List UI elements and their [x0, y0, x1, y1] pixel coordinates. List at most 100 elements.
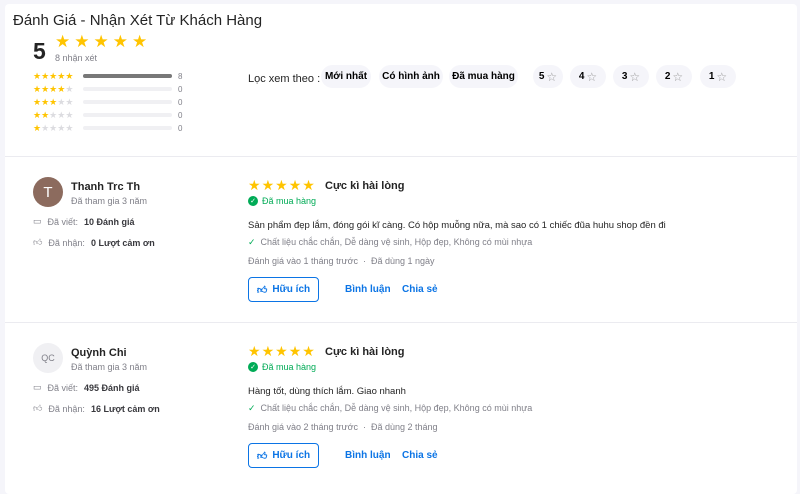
comment-link[interactable]: Bình luận — [345, 284, 391, 295]
review-attributes: ✓ Chất liệu chắc chắn, Dễ dàng vệ sinh, H… — [248, 403, 533, 413]
star-icon: ★ — [41, 122, 50, 133]
star-icon: ★ — [49, 109, 58, 120]
star-outline-icon: ☆ — [672, 69, 684, 84]
filter-newest[interactable]: Mới nhất — [321, 65, 371, 88]
star-icon: ★ — [288, 177, 302, 193]
star-icon: ★ — [132, 32, 148, 51]
star-icon: ★ — [33, 122, 42, 133]
star-icon: ★ — [112, 32, 128, 51]
star-icon: ★ — [65, 83, 74, 94]
star-outline-icon: ☆ — [586, 69, 598, 84]
divider — [5, 156, 797, 157]
star-icon: ★ — [49, 70, 58, 81]
star-icon: ★ — [248, 177, 261, 193]
rating-row-2[interactable]: ★ ★ ★ ★ ★ 0 — [33, 109, 182, 121]
star-icon: ★ — [49, 122, 58, 133]
share-link[interactable]: Chia sẻ — [402, 450, 438, 461]
rating-count: 0 — [178, 110, 183, 120]
check-icon: ✓ — [248, 237, 256, 247]
rating-count: 8 — [178, 71, 183, 81]
star-icon: ★ — [41, 83, 50, 94]
thumbs-up-icon: 👍︎ — [33, 237, 43, 247]
joined-text: Đã tham gia 3 năm — [71, 362, 148, 372]
review-title: Cực kì hài lòng — [325, 346, 405, 358]
thumbs-up-icon: 👍︎ — [33, 403, 43, 413]
review-stars: ★ ★ ★ ★ ★ — [248, 343, 315, 360]
filter-label: Lọc xem theo : — [248, 73, 321, 85]
filter-verified[interactable]: Đã mua hàng — [449, 65, 518, 88]
avatar: T — [33, 177, 63, 207]
section-title: Đánh Giá - Nhận Xét Từ Khách Hàng — [13, 12, 263, 29]
review-icon: ▭ — [33, 216, 42, 226]
review-attributes: ✓ Chất liệu chắc chắn, Dễ dàng vệ sinh, H… — [248, 237, 533, 247]
star-icon: ★ — [74, 32, 90, 51]
star-icon: ★ — [33, 109, 42, 120]
star-icon: ★ — [275, 177, 288, 193]
helpful-button[interactable]: 👍︎ Hữu ích — [248, 443, 319, 468]
star-icon: ★ — [41, 70, 50, 81]
rating-count: 0 — [178, 123, 183, 133]
comment-link[interactable]: Bình luận — [345, 450, 391, 461]
star-icon: ★ — [55, 32, 71, 51]
review-title: Cực kì hài lòng — [325, 180, 405, 192]
filter-star-5[interactable]: 5 ☆ — [533, 65, 563, 88]
reviewer-name: Quỳnh Chi — [71, 347, 127, 359]
divider — [5, 322, 797, 323]
star-icon: ★ — [57, 96, 66, 107]
thumbs-up-icon: 👍︎ — [256, 284, 268, 296]
rating-row-4[interactable]: ★ ★ ★ ★ ★ 0 — [33, 83, 182, 95]
received-stat: 👍︎ Đã nhận: 0 Lượt cảm ơn — [33, 237, 155, 248]
rating-row-1[interactable]: ★ ★ ★ ★ ★ 0 — [33, 122, 182, 134]
helpful-button[interactable]: 👍︎ Hữu ích — [248, 277, 319, 302]
average-stars: ★ ★ ★ ★ ★ — [55, 32, 147, 52]
average-rating: 5 — [33, 38, 46, 64]
star-icon: ★ — [41, 109, 50, 120]
star-icon: ★ — [248, 343, 261, 359]
star-icon: ★ — [275, 343, 288, 359]
received-stat: 👍︎ Đã nhận: 16 Lượt cảm ơn — [33, 403, 160, 414]
star-icon: ★ — [93, 32, 109, 51]
filter-star-3[interactable]: 3 ☆ — [613, 65, 649, 88]
star-icon: ★ — [33, 70, 42, 81]
star-icon: ★ — [65, 70, 74, 81]
written-stat: ▭ Đã viết: 495 Đánh giá — [33, 382, 140, 393]
filter-star-2[interactable]: 2 ☆ — [656, 65, 692, 88]
rating-bar — [83, 74, 172, 78]
review-content: Sản phẩm đẹp lắm, đóng gói kĩ càng. Có h… — [248, 220, 666, 231]
rating-row-3[interactable]: ★ ★ ★ ★ ★ 0 — [33, 96, 182, 108]
star-icon: ★ — [302, 343, 315, 359]
rating-count: 0 — [178, 84, 183, 94]
star-icon: ★ — [49, 96, 58, 107]
rating-bar — [83, 113, 172, 117]
filter-star-1[interactable]: 1 ☆ — [700, 65, 736, 88]
check-circle-icon: ✓ — [248, 362, 258, 372]
review-count: 8 nhận xét — [55, 53, 98, 63]
review-meta: Đánh giá vào 1 tháng trước · Đã dùng 1 n… — [248, 256, 435, 266]
review-icon: ▭ — [33, 382, 42, 392]
share-link[interactable]: Chia sẻ — [402, 284, 438, 295]
star-outline-icon: ☆ — [546, 69, 558, 84]
star-icon: ★ — [261, 343, 275, 359]
star-icon: ★ — [302, 177, 315, 193]
reviewer-name: Thanh Trc Th — [71, 181, 141, 193]
star-icon: ★ — [49, 83, 58, 94]
star-icon: ★ — [65, 109, 74, 120]
rating-count: 0 — [178, 97, 183, 107]
star-icon: ★ — [57, 70, 66, 81]
filter-star-4[interactable]: 4 ☆ — [570, 65, 606, 88]
star-icon: ★ — [41, 96, 50, 107]
star-icon: ★ — [261, 177, 275, 193]
filter-with-images[interactable]: Có hình ảnh — [379, 65, 443, 88]
star-outline-icon: ☆ — [629, 69, 641, 84]
review-meta: Đánh giá vào 2 tháng trước · Đã dùng 2 t… — [248, 422, 438, 432]
review-content: Hàng tốt, dùng thích lắm. Giao nhanh — [248, 386, 406, 397]
rating-bar — [83, 126, 172, 130]
rating-row-5[interactable]: ★ ★ ★ ★ ★ 8 — [33, 70, 182, 82]
verified-badge: ✓ Đã mua hàng — [248, 362, 316, 372]
star-icon: ★ — [65, 122, 74, 133]
star-icon: ★ — [57, 109, 66, 120]
written-stat: ▭ Đã viết: 10 Đánh giá — [33, 216, 135, 227]
review-stars: ★ ★ ★ ★ ★ — [248, 177, 315, 194]
rating-bar — [83, 87, 172, 91]
avatar: QC — [33, 343, 63, 373]
